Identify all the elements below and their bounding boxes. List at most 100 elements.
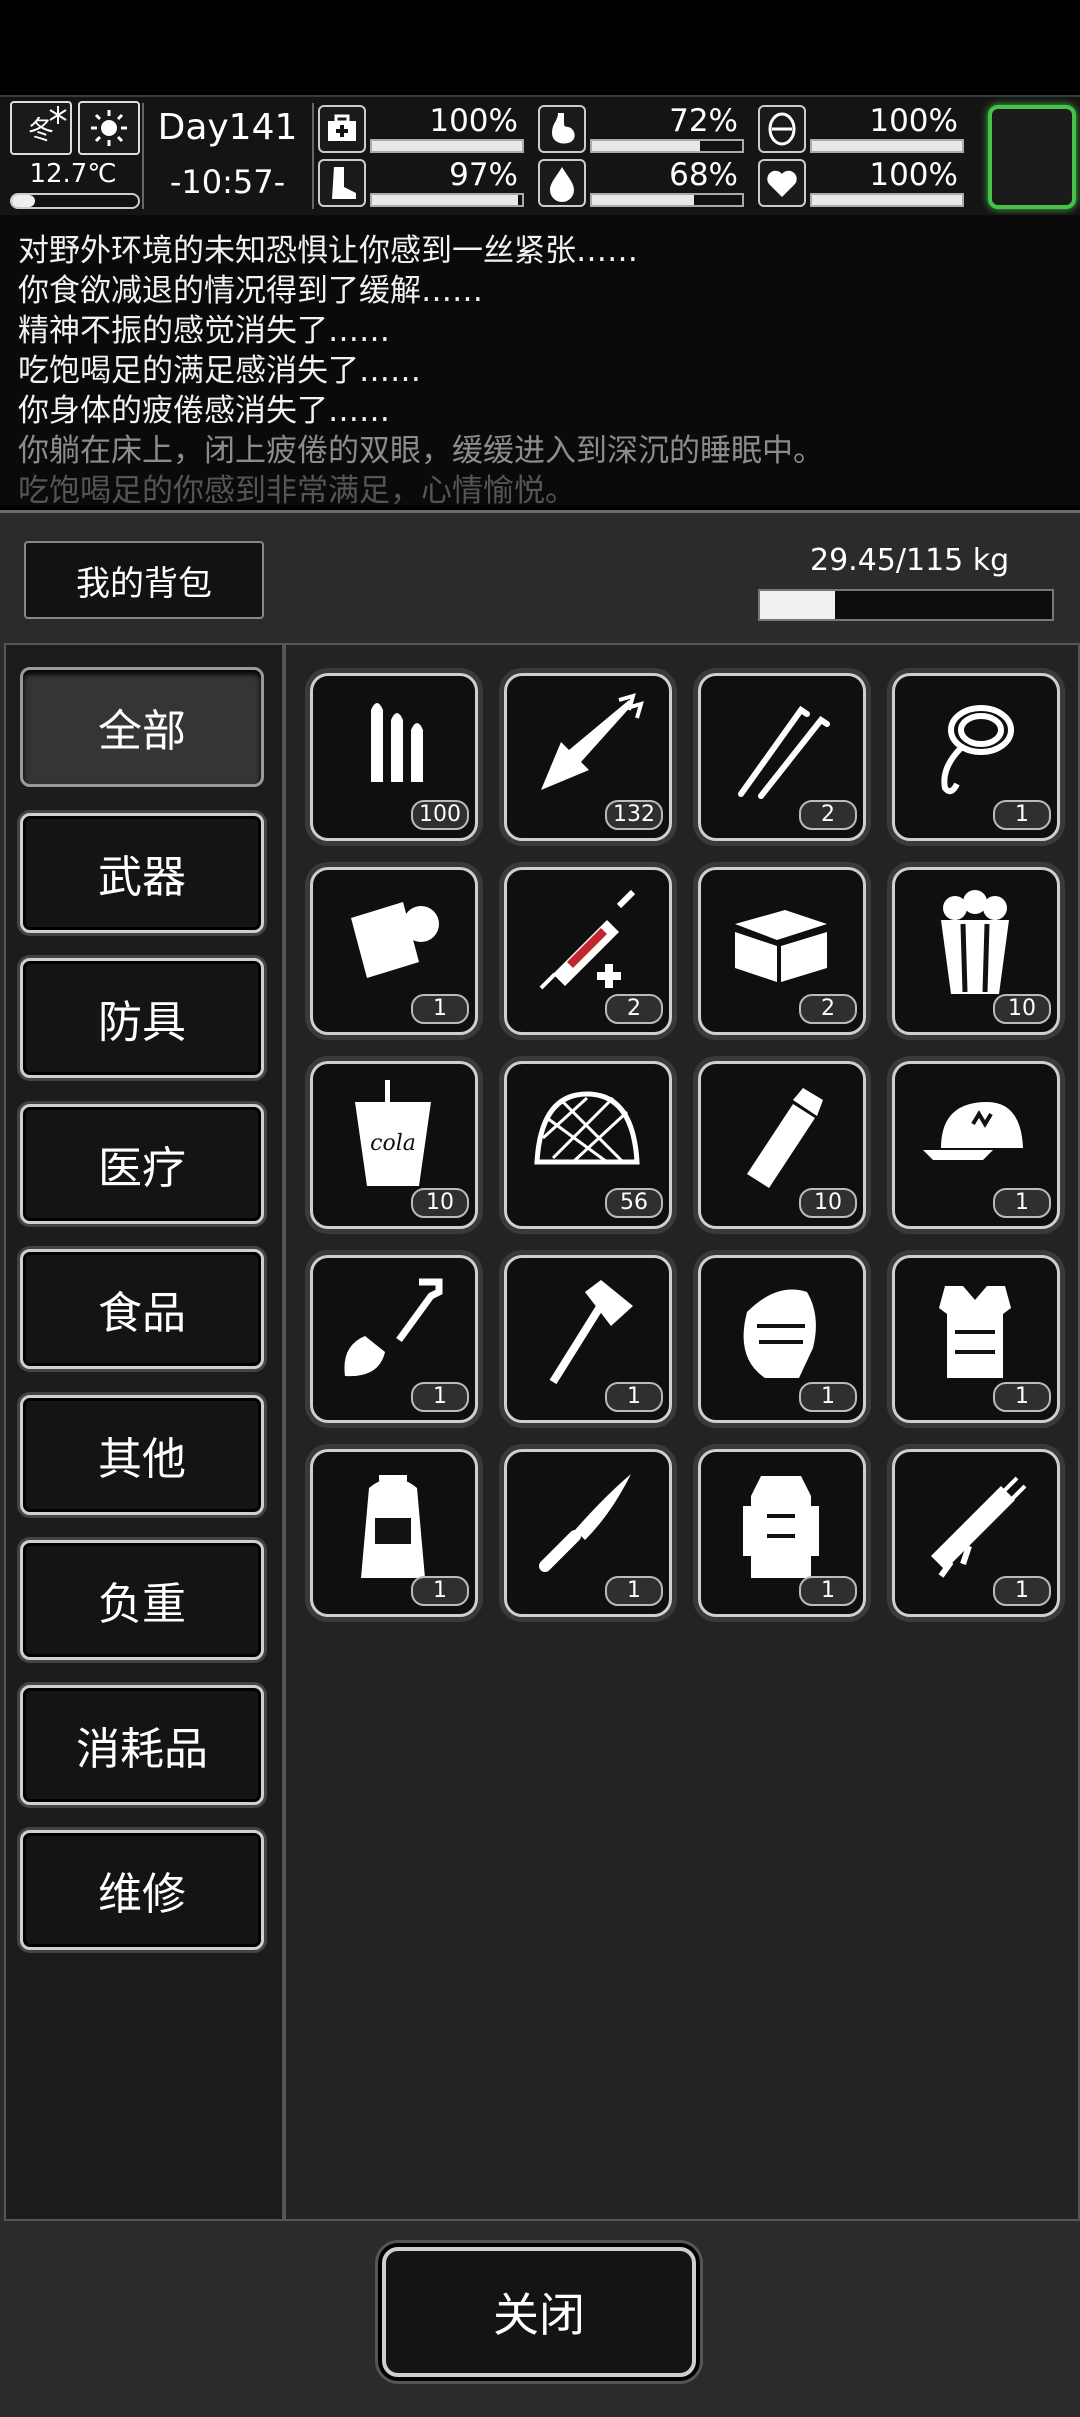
status-bar: 冬 12.7℃ Day141 -10:57- 100% 72% 100% 97%…: [0, 95, 1080, 217]
stat-mood-value: 100%: [869, 157, 958, 193]
stat-thirst: 68%: [538, 157, 748, 209]
lockpick-icon: [738, 705, 830, 799]
stat-hunger: 72%: [538, 103, 748, 155]
stat-hunger-bar: [590, 139, 744, 153]
category-all[interactable]: 全部: [20, 667, 264, 787]
item-count: 100: [411, 800, 469, 830]
stat-thirst-bar: [590, 193, 744, 207]
category-consumables[interactable]: 消耗品: [20, 1685, 264, 1805]
log-line: 你食欲减退的情况得到了缓解……: [18, 273, 483, 309]
log-line: 对野外环境的未知恐惧让你感到一丝紧张……: [18, 233, 638, 269]
event-log[interactable]: 对野外环境的未知恐惧让你感到一丝紧张…… 你食欲减退的情况得到了缓解…… 精神不…: [0, 215, 1080, 505]
category-weapons[interactable]: 武器: [20, 813, 264, 933]
stat-stamina-bar-fill: [372, 195, 518, 205]
item-count: 56: [605, 1188, 663, 1218]
item-slot[interactable]: 10: [698, 1061, 866, 1229]
item-slot[interactable]: 1: [892, 1449, 1060, 1617]
item-count: 2: [605, 994, 663, 1024]
stat-mental: 100%: [758, 103, 968, 155]
temperature-bar-fill: [12, 195, 35, 207]
backpack-title: 我的背包: [24, 541, 264, 619]
category-medical[interactable]: 医疗: [20, 1104, 264, 1224]
cola-label: cola: [370, 1131, 416, 1156]
item-slot[interactable]: 1: [310, 1255, 478, 1423]
item-slot[interactable]: 56: [504, 1061, 672, 1229]
knife-icon: [539, 1474, 631, 1572]
item-count: 2: [799, 800, 857, 830]
log-line: 精神不振的感觉消失了……: [18, 313, 390, 349]
item-slot[interactable]: 2: [698, 867, 866, 1035]
category-armor[interactable]: 防具: [20, 958, 264, 1078]
category-food[interactable]: 食品: [20, 1249, 264, 1369]
cap-icon: [923, 1102, 1023, 1160]
category-other[interactable]: 其他: [20, 1395, 264, 1515]
weight-bar: [758, 589, 1054, 621]
item-count: 1: [411, 994, 469, 1024]
stat-mental-value: 100%: [869, 103, 958, 139]
gloves-icon: [743, 1289, 816, 1378]
item-count: 10: [799, 1188, 857, 1218]
backpack-icon: [361, 1475, 425, 1578]
stat-mood: 100%: [758, 157, 968, 209]
stat-health-bar: [370, 139, 524, 153]
item-count: 1: [993, 1382, 1051, 1412]
stat-health-value: 100%: [429, 103, 518, 139]
stat-mental-bar-fill: [812, 141, 962, 151]
snowflake-icon: [49, 106, 67, 124]
item-count: 1: [993, 1188, 1051, 1218]
stat-mood-bar: [810, 193, 964, 207]
item-count: 1: [411, 1576, 469, 1606]
flashlight-icon: [747, 1088, 823, 1188]
item-slot[interactable]: 2: [698, 673, 866, 841]
item-count: 1: [799, 1576, 857, 1606]
item-slot[interactable]: 1: [504, 1449, 672, 1617]
item-slot[interactable]: 1: [892, 1255, 1060, 1423]
item-slot[interactable]: 1: [698, 1449, 866, 1617]
temperature-value: 12.7℃: [29, 159, 117, 189]
item-slot[interactable]: 1: [310, 1449, 478, 1617]
syringe-icon: [539, 889, 636, 990]
weather-badge: [78, 101, 140, 155]
heart-icon: [758, 159, 806, 207]
item-slot[interactable]: 1: [892, 673, 1060, 841]
item-count: 2: [799, 994, 857, 1024]
item-slot[interactable]: 100: [310, 673, 478, 841]
category-carry[interactable]: 负重: [20, 1540, 264, 1660]
item-slot[interactable]: 132: [504, 673, 672, 841]
stat-health-bar-fill: [372, 141, 522, 151]
item-slot[interactable]: 10: [892, 867, 1060, 1035]
medkit-icon: [318, 105, 366, 153]
water-drop-icon: [538, 159, 586, 207]
rope-icon: [941, 705, 1014, 795]
item-count: 1: [605, 1382, 663, 1412]
shovel-icon: [344, 1278, 443, 1377]
bullets-icon: [371, 703, 423, 782]
item-count: 132: [605, 800, 663, 830]
arrow-icon: [541, 693, 644, 790]
stat-mental-bar: [810, 139, 964, 153]
item-slot[interactable]: 1: [504, 1255, 672, 1423]
popcorn-icon: [941, 890, 1009, 994]
item-slot[interactable]: 1: [698, 1255, 866, 1423]
stat-hunger-value: 72%: [669, 103, 738, 139]
sun-icon: [91, 110, 127, 146]
item-slot[interactable]: 1: [892, 1061, 1060, 1229]
close-button[interactable]: 关闭: [382, 2247, 696, 2377]
divider: [312, 103, 314, 209]
item-count: 1: [411, 1382, 469, 1412]
item-slot[interactable]: 1: [310, 867, 478, 1035]
hiking-backpack-icon: [743, 1476, 819, 1578]
stomach-icon: [538, 105, 586, 153]
item-slot[interactable]: 2: [504, 867, 672, 1035]
divider: [142, 103, 144, 209]
menu-button[interactable]: [988, 105, 1076, 209]
log-line: 你躺在床上，闭上疲倦的双眼，缓缓进入到深沉的睡眠中。: [18, 433, 824, 469]
brain-icon: [758, 105, 806, 153]
temperature-bar: [10, 193, 140, 209]
item-slot[interactable]: cola 10: [310, 1061, 478, 1229]
stat-mood-bar-fill: [812, 195, 962, 205]
item-count: 10: [411, 1188, 469, 1218]
category-repair[interactable]: 维修: [20, 1830, 264, 1950]
stat-health: 100%: [318, 103, 528, 155]
bandage-roll-icon: [351, 902, 439, 978]
